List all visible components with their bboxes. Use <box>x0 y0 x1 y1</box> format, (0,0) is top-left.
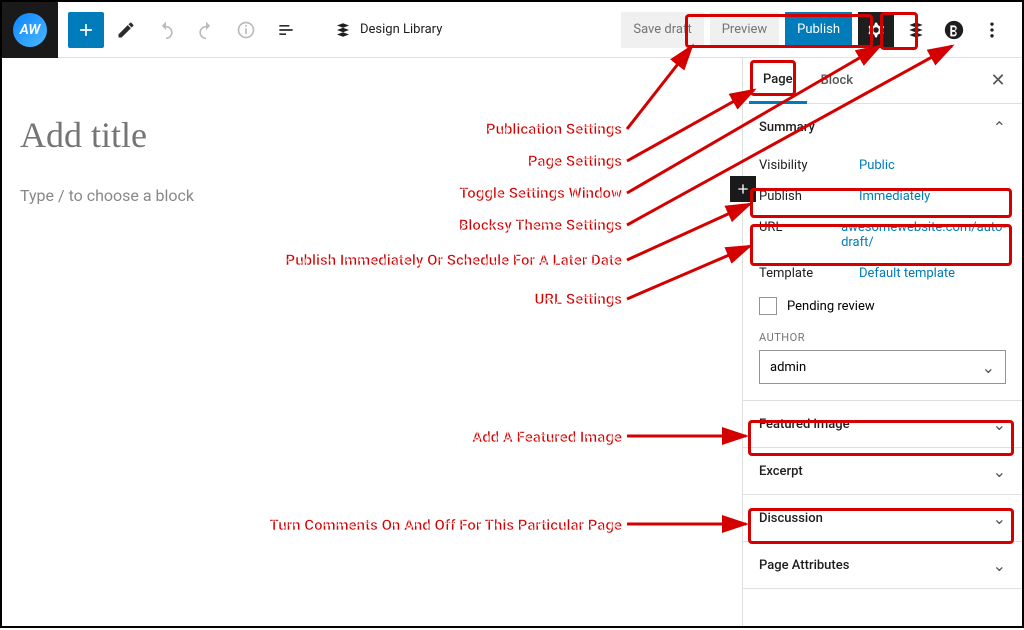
settings-sidebar: Page Block ✕ Summary ⌃ Visibility Public… <box>742 58 1022 626</box>
chevron-down-icon: ⌄ <box>993 556 1006 575</box>
more-options-button[interactable] <box>976 14 1008 46</box>
info-button[interactable] <box>228 12 264 48</box>
info-icon <box>236 20 256 40</box>
chevron-down-icon: ⌄ <box>993 462 1006 481</box>
site-logo[interactable]: AW <box>2 2 58 58</box>
summary-panel: Summary ⌃ Visibility Public Publish Imme… <box>743 104 1022 401</box>
pencil-icon <box>116 20 136 40</box>
featured-image-panel[interactable]: Featured image ⌄ <box>743 401 1022 448</box>
sidebar-tabs: Page Block ✕ <box>743 58 1022 104</box>
chevron-up-icon: ⌃ <box>993 118 1006 137</box>
page-attributes-panel[interactable]: Page Attributes ⌄ <box>743 542 1022 589</box>
tab-block[interactable]: Block <box>807 58 867 104</box>
right-tool-group: Save draft Preview Publish <box>621 12 1022 48</box>
blocksy-icon <box>943 19 965 41</box>
plus-icon <box>735 181 751 197</box>
preview-button[interactable]: Preview <box>710 12 779 48</box>
add-block-button[interactable] <box>68 12 104 48</box>
settings-button[interactable] <box>858 12 894 48</box>
summary-panel-header[interactable]: Summary ⌃ <box>743 104 1022 150</box>
visibility-row[interactable]: Visibility Public <box>759 150 1006 181</box>
blocksy-settings-button[interactable] <box>938 14 970 46</box>
author-select[interactable]: admin ⌄ <box>759 350 1006 384</box>
undo-icon <box>156 20 176 40</box>
chevron-down-icon: ⌄ <box>993 415 1006 434</box>
author-heading: AUTHOR <box>759 331 1006 344</box>
dots-vertical-icon <box>982 20 1002 40</box>
template-row[interactable]: Template Default template <box>759 258 1006 289</box>
summary-heading: Summary <box>759 120 815 135</box>
excerpt-panel[interactable]: Excerpt ⌄ <box>743 448 1022 495</box>
block-placeholder[interactable]: Type / to choose a block <box>20 186 724 205</box>
author-value: admin <box>770 360 806 375</box>
template-label: Template <box>759 266 859 281</box>
redo-button[interactable] <box>188 12 224 48</box>
excerpt-heading: Excerpt <box>759 464 803 479</box>
checkbox-icon <box>759 297 777 315</box>
chevron-down-icon: ⌄ <box>993 509 1006 528</box>
undo-button[interactable] <box>148 12 184 48</box>
discussion-panel[interactable]: Discussion ⌄ <box>743 495 1022 542</box>
list-icon <box>276 20 296 40</box>
logo-badge: AW <box>13 13 47 47</box>
stackable-settings-button[interactable] <box>900 14 932 46</box>
inline-add-block-button[interactable] <box>730 176 756 202</box>
edit-tool-button[interactable] <box>108 12 144 48</box>
main-area: Type / to choose a block Page Block ✕ Su… <box>2 58 1022 626</box>
url-label: URL <box>759 220 841 235</box>
gear-icon <box>865 19 887 41</box>
design-library-button[interactable]: Design Library <box>324 12 452 48</box>
page-attributes-heading: Page Attributes <box>759 558 849 573</box>
design-library-label: Design Library <box>360 22 442 37</box>
publish-label: Publish <box>759 189 859 204</box>
url-row[interactable]: URL awesomewebsite.com/auto-draft/ <box>759 212 1006 258</box>
chevron-down-icon: ⌄ <box>982 358 995 377</box>
pending-review-checkbox[interactable]: Pending review <box>759 289 1006 323</box>
save-draft-button[interactable]: Save draft <box>621 12 703 48</box>
featured-image-heading: Featured image <box>759 417 850 432</box>
left-tool-group: Design Library <box>58 12 452 48</box>
pending-review-label: Pending review <box>787 299 875 314</box>
visibility-value: Public <box>859 158 1006 173</box>
publish-button[interactable]: Publish <box>785 12 852 48</box>
stackable-icon <box>334 21 352 39</box>
list-view-button[interactable] <box>268 12 304 48</box>
url-value: awesomewebsite.com/auto-draft/ <box>841 220 1006 250</box>
publish-value: Immediately <box>859 189 1006 204</box>
discussion-heading: Discussion <box>759 511 823 526</box>
template-value: Default template <box>859 266 1006 281</box>
stackable-s-icon <box>906 20 926 40</box>
plus-icon <box>76 20 96 40</box>
top-toolbar: AW Design Library Save draft Preview Pub… <box>2 2 1022 58</box>
visibility-label: Visibility <box>759 158 859 173</box>
redo-icon <box>196 20 216 40</box>
close-sidebar-button[interactable]: ✕ <box>980 70 1016 91</box>
editor-canvas[interactable]: Type / to choose a block <box>2 58 742 626</box>
page-title-input[interactable] <box>20 114 724 156</box>
publish-row[interactable]: Publish Immediately <box>759 181 1006 212</box>
tab-page[interactable]: Page <box>749 58 807 104</box>
